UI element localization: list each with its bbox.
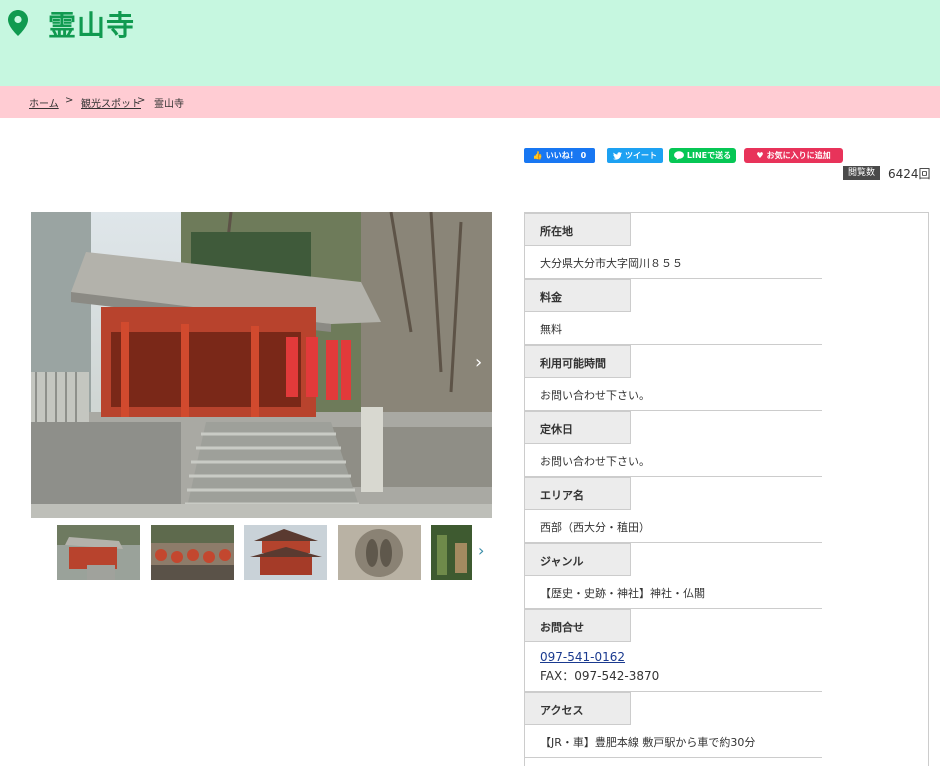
breadcrumb-current: 霊山寺 (154, 99, 184, 110)
detail-value-hours: お問い合わせ下さい。 (540, 389, 650, 402)
detail-label-closed: 定休日 (525, 411, 631, 444)
detail-value-fee: 無料 (540, 323, 562, 336)
detail-label-fee: 料金 (525, 279, 631, 312)
detail-value-address: 大分県大分市大字岡川８５５ (540, 257, 683, 270)
spot-details-table: 所在地 大分県大分市大字岡川８５５ 料金 無料 利用可能時間 お問い合わせ下さい… (524, 212, 929, 766)
tweet-button[interactable]: ツイート (607, 148, 663, 163)
thumbnail-2[interactable] (151, 525, 234, 580)
divider (525, 757, 822, 758)
detail-value-area: 西部（西大分・稙田） (540, 521, 650, 534)
detail-value-genre: 【歴史・史跡・神社】神社・仏閣 (540, 587, 705, 600)
detail-label-area: エリア名 (525, 477, 631, 510)
breadcrumb-spots-link[interactable]: 観光スポット (81, 95, 141, 110)
detail-label-genre: ジャンル (525, 543, 631, 576)
detail-label-address: 所在地 (525, 213, 631, 246)
thumbnail-3[interactable] (244, 525, 327, 580)
facebook-like-label: いいね！ 0 (545, 151, 587, 160)
page-header: 霊山寺 (0, 0, 940, 86)
photo-next-arrow[interactable]: › (475, 352, 482, 373)
view-count-value: 6424回 (888, 167, 931, 181)
contact-fax: FAX：097-542-3870 (540, 669, 660, 683)
line-share-button[interactable]: LINEで送る (669, 148, 736, 163)
breadcrumb: ホーム > 観光スポット > 霊山寺 (0, 86, 940, 118)
breadcrumb-home-link[interactable]: ホーム (29, 95, 59, 110)
facebook-like-button[interactable]: 👍 いいね！ 0 (524, 148, 595, 163)
line-share-label: LINEで送る (686, 151, 732, 160)
detail-label-hours: 利用可能時間 (525, 345, 631, 378)
twitter-bird-icon (613, 151, 622, 160)
thumbnail-5[interactable] (431, 525, 472, 580)
contact-phone-link[interactable]: 097-541-0162 (540, 650, 625, 664)
heart-icon: ♥ (756, 151, 764, 160)
detail-value-closed: お問い合わせ下さい。 (540, 455, 650, 468)
thumbs-up-icon: 👍 (532, 151, 543, 160)
breadcrumb-separator: > (65, 95, 74, 106)
page-title: 霊山寺 (48, 9, 136, 42)
thumbnail-1[interactable] (57, 525, 140, 580)
line-logo-icon (673, 151, 684, 160)
add-favorite-button[interactable]: ♥ お気に入りに追加 (744, 148, 843, 163)
map-pin-icon (8, 10, 28, 36)
thumbnail-next-arrow[interactable]: › (478, 541, 484, 560)
add-favorite-label: お気に入りに追加 (766, 151, 831, 160)
detail-label-contact: お問合せ (525, 609, 631, 642)
detail-label-access: アクセス (525, 692, 631, 725)
tweet-label: ツイート (625, 151, 657, 160)
breadcrumb-separator: > (137, 95, 146, 106)
view-count-badge: 閲覧数 (843, 166, 880, 180)
detail-value-access: 【JR・車】豊肥本線 敷戸駅から車で約30分 (540, 736, 756, 749)
main-photo: › (31, 212, 492, 518)
thumbnail-4[interactable] (338, 525, 421, 580)
